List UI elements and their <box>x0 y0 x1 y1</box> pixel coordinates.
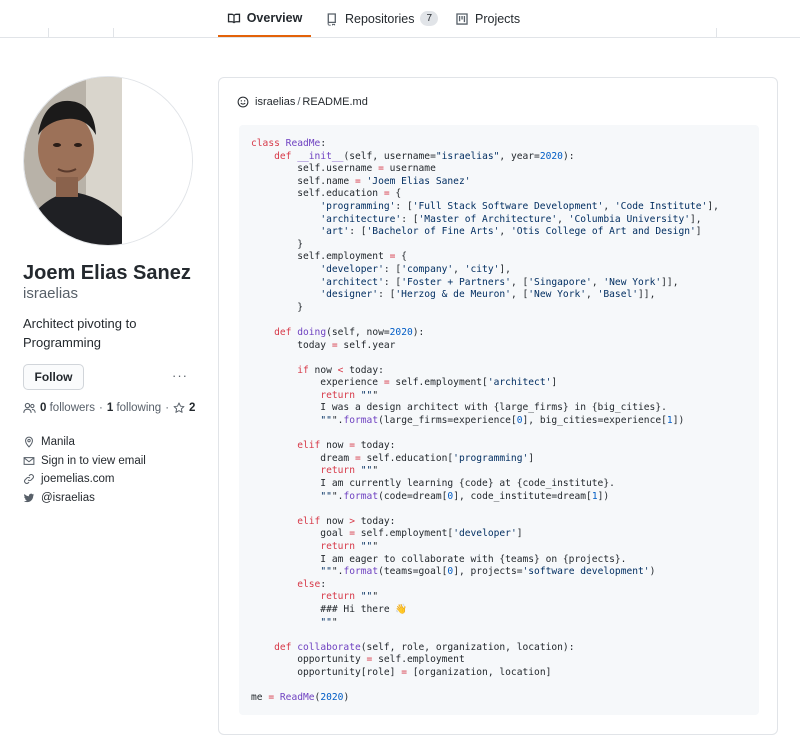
repositories-count-badge: 7 <box>420 11 439 26</box>
avatar[interactable] <box>23 76 193 246</box>
repo-icon <box>327 12 336 26</box>
book-icon <box>227 13 240 23</box>
profile-stats: 0 followers · 1 following · 2 <box>23 402 195 414</box>
website-row: joemelias.com <box>23 470 146 489</box>
readme-file-link[interactable]: README.md <box>302 96 367 108</box>
readme-path-separator: / <box>297 96 301 108</box>
tab-overview-label: Overview <box>246 10 303 25</box>
more-options-button[interactable]: ··· <box>172 368 188 383</box>
followers-count: 0 <box>40 402 47 414</box>
twitter-icon <box>23 493 35 502</box>
tab-repositories[interactable]: Repositories 7 <box>325 0 439 37</box>
tab-overview[interactable]: Overview <box>218 0 311 37</box>
smiley-icon <box>237 96 249 108</box>
divider <box>716 28 717 38</box>
twitter-link[interactable]: @israelias <box>41 492 95 504</box>
email-link[interactable]: Sign in to view email <box>41 455 146 467</box>
twitter-row: @israelias <box>23 489 146 508</box>
people-icon <box>23 402 36 413</box>
follow-button[interactable]: Follow <box>23 364 84 390</box>
email-row: Sign in to view email <box>23 452 146 471</box>
stars-count: 2 <box>189 402 196 414</box>
readme-owner-link[interactable]: israelias <box>255 96 295 108</box>
tab-projects-label: Projects <box>475 11 521 26</box>
website-link[interactable]: joemelias.com <box>41 473 115 485</box>
readme-header: israelias / README.md <box>237 96 368 108</box>
readme-card: israelias / README.md class ReadMe: def … <box>218 77 778 735</box>
profile-username: israelias <box>23 285 79 302</box>
location-row: Manila <box>23 433 146 452</box>
following-count: 1 <box>106 402 114 414</box>
profile-bio: Architect pivoting to Programming <box>23 316 137 350</box>
project-icon <box>456 12 468 25</box>
profile-tabnav: Overview Repositories 7 Projects <box>0 0 800 38</box>
tab-repositories-label: Repositories <box>345 11 415 26</box>
link-icon <box>24 474 34 485</box>
avatar-photo <box>24 77 192 245</box>
followers-label: followers <box>49 402 95 414</box>
location-text: Manila <box>41 436 75 449</box>
profile-full-name: Joem Elias Sanez <box>23 262 191 284</box>
profile-details: Manila Sign in to view email joemelias.c… <box>23 433 146 507</box>
stat-separator: · <box>99 402 103 414</box>
mail-icon <box>23 456 35 465</box>
divider <box>113 28 114 38</box>
stat-separator: · <box>165 402 170 414</box>
divider <box>48 28 49 38</box>
following-link[interactable]: 1 following <box>107 402 161 414</box>
location-icon <box>25 436 33 448</box>
stars-link[interactable]: 2 <box>173 402 195 414</box>
following-label: following <box>116 402 162 414</box>
followers-link[interactable]: 0 followers <box>40 402 95 414</box>
star-icon <box>173 402 185 413</box>
readme-code: class ReadMe: def __init__(self, usernam… <box>251 138 719 704</box>
code-block: class ReadMe: def __init__(self, usernam… <box>239 125 759 715</box>
tab-projects[interactable]: Projects <box>455 0 520 37</box>
